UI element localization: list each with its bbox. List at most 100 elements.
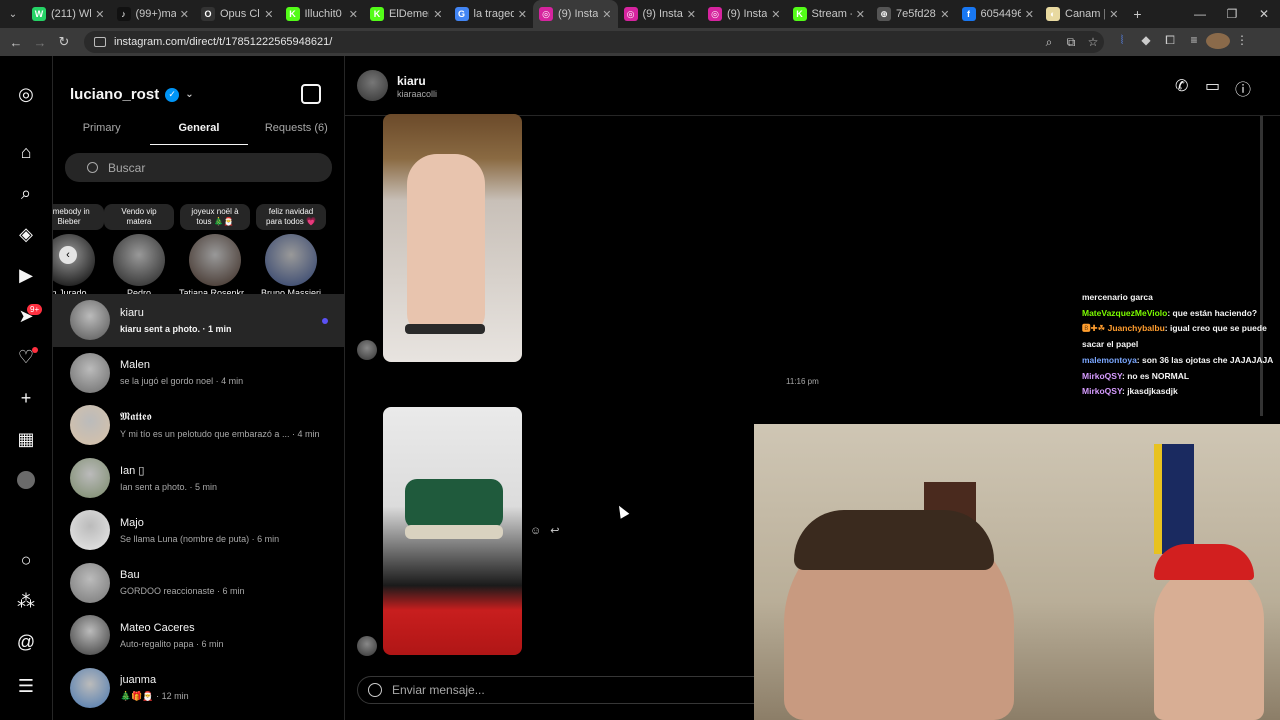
tab-title[interactable]: (9) Instagr: [558, 8, 598, 20]
install-app-icon[interactable]: ⧉: [1060, 35, 1082, 50]
address-bar[interactable]: instagram.com/direct/t/17851222565948621…: [84, 31, 1104, 53]
bookmark-star-icon[interactable]: ☆: [1082, 35, 1104, 49]
tab-close-icon[interactable]: ✕: [602, 8, 611, 21]
profile-avatar[interactable]: [1206, 32, 1230, 52]
dashboard-icon[interactable]: ▦: [14, 427, 38, 451]
emoji-picker-icon[interactable]: [368, 683, 382, 697]
browser-tab[interactable]: ◎ (9) Instagr ✕: [702, 0, 787, 28]
create-plus-icon[interactable]: +: [14, 386, 38, 410]
note-item[interactable]: feliz navidad para todos 💗 Bruno Massieri: [253, 204, 329, 294]
tab-title[interactable]: Opus Clip: [220, 8, 260, 20]
forward-arrow-icon[interactable]: →: [28, 35, 52, 50]
browser-tab[interactable]: K ElDemente ✕: [364, 0, 449, 28]
tab-close-icon[interactable]: ✕: [433, 8, 442, 21]
new-message-icon[interactable]: [301, 84, 321, 104]
browser-tab[interactable]: K Stream - K ✕: [787, 0, 872, 28]
close-window-icon[interactable]: ✕: [1248, 0, 1280, 28]
browser-tab[interactable]: ◎ (9) Instagr ✕: [533, 0, 618, 28]
conversation-row[interactable]: juanma 🎄🎁🎅 · 12 min: [53, 662, 345, 715]
new-tab-button[interactable]: +: [1125, 6, 1151, 22]
back-arrow-icon[interactable]: ←: [4, 35, 28, 50]
tab-title[interactable]: (211) Wha: [51, 8, 91, 20]
browser-tab[interactable]: O Opus Clip ✕: [195, 0, 280, 28]
chevron-down-icon[interactable]: ⌄: [185, 89, 193, 100]
notes-prev-arrow-icon[interactable]: ‹: [59, 246, 77, 264]
conversation-avatar[interactable]: [70, 457, 110, 498]
tab-title[interactable]: Illuchit0 -: [305, 8, 345, 20]
conversation-avatar[interactable]: [70, 562, 110, 603]
thread-avatar[interactable]: [357, 70, 388, 101]
media-control-icon[interactable]: ≡: [1182, 33, 1206, 52]
explore-compass-icon[interactable]: ◈: [14, 222, 38, 246]
browser-tab[interactable]: ⊕ 7e5fd28b ✕: [871, 0, 956, 28]
tab-close-icon[interactable]: ✕: [95, 8, 104, 21]
threads-circle-icon[interactable]: ○: [14, 548, 38, 572]
browser-tab[interactable]: K Illuchit0 - ✕: [280, 0, 365, 28]
tab-primary[interactable]: Primary: [53, 116, 150, 145]
browser-tab[interactable]: ◎ (9) Instagr ✕: [618, 0, 703, 28]
message-input[interactable]: Enviar mensaje...: [357, 676, 777, 704]
tab-title[interactable]: 7e5fd28b: [896, 8, 936, 20]
tab-close-icon[interactable]: ✕: [349, 8, 358, 21]
note-item[interactable]: Vendo vip matera Pedro: [101, 204, 177, 294]
minimize-icon[interactable]: —: [1184, 0, 1216, 28]
video-call-icon[interactable]: ▭: [1205, 76, 1220, 96]
photo-message-sneakers[interactable]: [383, 407, 522, 655]
conversation-row[interactable]: kiaru kiaru sent a photo. · 1 min: [53, 294, 345, 347]
tab-requests[interactable]: Requests (6): [248, 116, 345, 145]
account-switcher[interactable]: luciano_rost ✓ ⌄: [70, 86, 194, 103]
photo-message-hand[interactable]: [383, 114, 522, 362]
tab-title[interactable]: la tragedie: [474, 8, 514, 20]
note-avatar[interactable]: [189, 234, 241, 286]
search-icon[interactable]: ⌕: [14, 181, 38, 205]
reels-icon[interactable]: ▶: [14, 263, 38, 287]
react-emoji-icon[interactable]: ☺: [530, 525, 541, 537]
conversation-row[interactable]: Malen se la jugó el gordo noel · 4 min: [53, 347, 345, 400]
restore-icon[interactable]: ❐: [1216, 0, 1248, 28]
conversation-row[interactable]: Ian ▯ Ian sent a photo. · 5 min: [53, 452, 345, 505]
tab-title[interactable]: ElDemente: [389, 8, 429, 20]
conversation-row[interactable]: Bau GORDOO reaccionaste · 6 min: [53, 557, 345, 610]
tab-title[interactable]: Stream - K: [812, 8, 852, 20]
conversation-row[interactable]: Majo Se llama Luna (nombre de puta) · 6 m…: [53, 504, 345, 557]
extension-diamond-icon[interactable]: ◆: [1134, 33, 1158, 52]
tab-search-chevron-icon[interactable]: ⌄: [0, 0, 26, 28]
audio-extension-icon[interactable]: ⦚: [1110, 33, 1134, 52]
thread-name[interactable]: kiaru: [397, 74, 426, 88]
browser-tab[interactable]: f 60544963 ✕: [956, 0, 1041, 28]
sender-avatar[interactable]: [357, 340, 377, 360]
browser-tab[interactable]: ♪ (99+)maxi ✕: [111, 0, 196, 28]
tab-general[interactable]: General: [150, 116, 248, 145]
search-input[interactable]: Buscar: [65, 153, 332, 182]
note-avatar[interactable]: [113, 234, 165, 286]
info-icon[interactable]: ⓘ: [1235, 76, 1251, 100]
tab-close-icon[interactable]: ✕: [687, 8, 696, 21]
tab-close-icon[interactable]: ✕: [1109, 8, 1118, 21]
reply-icon[interactable]: ↩: [550, 525, 559, 537]
conversation-avatar[interactable]: [70, 615, 110, 656]
reload-icon[interactable]: ↻: [52, 34, 76, 50]
tab-title[interactable]: Canam | M: [1065, 8, 1105, 20]
conversation-avatar[interactable]: [70, 405, 110, 446]
conversation-avatar[interactable]: [70, 352, 110, 393]
tab-close-icon[interactable]: ✕: [1025, 8, 1034, 21]
conversation-avatar[interactable]: [70, 667, 110, 708]
tab-close-icon[interactable]: ✕: [518, 8, 527, 21]
note-bubble[interactable]: feliz navidad para todos 💗: [256, 204, 326, 230]
browser-tab[interactable]: Gla tragedie ✕: [449, 0, 534, 28]
zoom-icon[interactable]: ⌕: [1038, 35, 1060, 50]
tab-close-icon[interactable]: ✕: [771, 8, 780, 21]
note-item[interactable]: joyeux noël à tous 🎄🎅 Tatiana Rosenkr...: [177, 204, 253, 294]
account-username[interactable]: luciano_rost: [70, 86, 159, 103]
site-info-icon[interactable]: [94, 37, 106, 47]
tab-title[interactable]: 60544963: [981, 8, 1021, 20]
apps-grid-icon[interactable]: ⁂: [14, 589, 38, 613]
tab-close-icon[interactable]: ✕: [180, 8, 189, 21]
sender-avatar-2[interactable]: [357, 636, 377, 656]
home-icon[interactable]: ⌂: [14, 140, 38, 164]
url-text[interactable]: instagram.com/direct/t/17851222565948621…: [114, 36, 1038, 48]
tab-title[interactable]: (9) Instagr: [643, 8, 683, 20]
tab-close-icon[interactable]: ✕: [856, 8, 865, 21]
more-menu-icon[interactable]: ☰: [14, 674, 38, 698]
note-avatar[interactable]: [265, 234, 317, 286]
